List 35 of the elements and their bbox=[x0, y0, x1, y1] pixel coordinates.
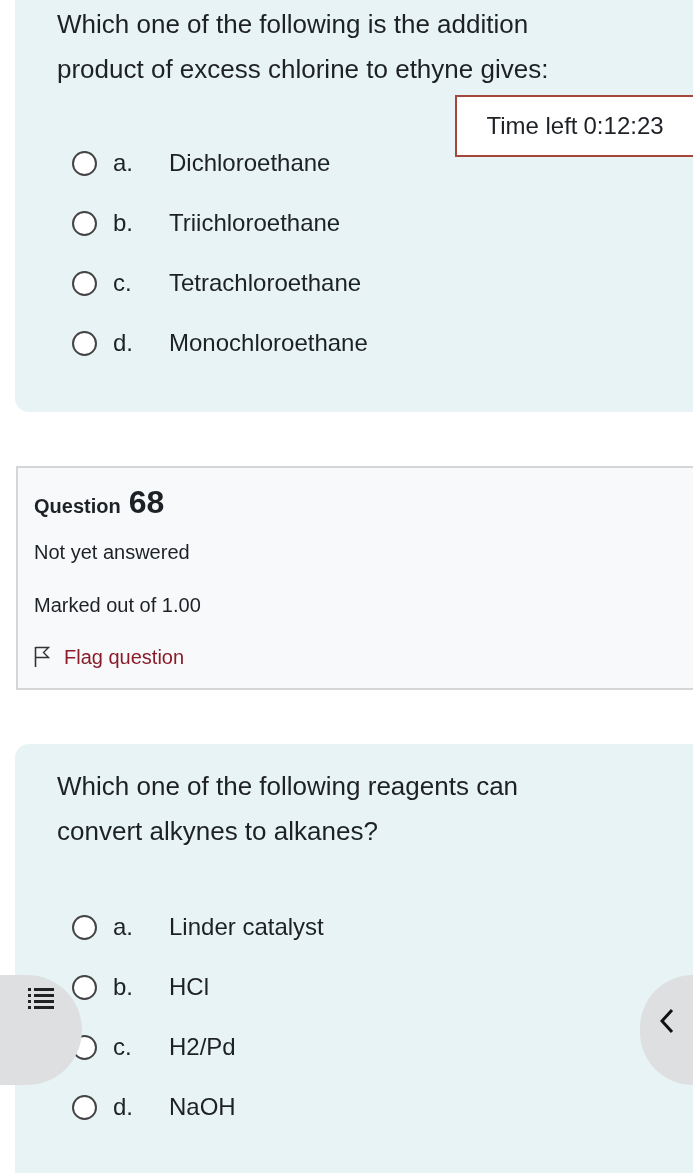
marks-text: Marked out of 1.00 bbox=[34, 593, 202, 618]
timer-label: Time left bbox=[486, 112, 578, 140]
option-letter: a. bbox=[113, 913, 134, 941]
question-text: Which one of the following reagents can convert alkynes to alkanes? bbox=[57, 770, 520, 848]
radio-button[interactable] bbox=[72, 914, 97, 940]
option-label[interactable]: Tetrachloroethane bbox=[169, 269, 362, 297]
radio-button[interactable] bbox=[72, 150, 97, 176]
option-label[interactable]: Linder catalyst bbox=[169, 913, 324, 941]
flag-question-link[interactable]: Flag question bbox=[64, 642, 185, 672]
radio-button[interactable] bbox=[72, 210, 97, 236]
timer-value: 0:12:23 bbox=[583, 112, 664, 140]
flag-icon[interactable] bbox=[34, 646, 50, 668]
radio-button[interactable] bbox=[72, 974, 97, 1000]
question-label: Question bbox=[34, 495, 121, 518]
option-label[interactable]: NaOH bbox=[169, 1093, 236, 1121]
option-label[interactable]: HCl bbox=[169, 973, 209, 1001]
option-letter: d. bbox=[113, 329, 134, 357]
chevron-left-icon[interactable] bbox=[659, 1008, 674, 1034]
option-letter: b. bbox=[113, 973, 134, 1001]
option-letter: c. bbox=[113, 269, 133, 297]
option-label[interactable]: H2/Pd bbox=[169, 1033, 236, 1061]
option-letter: a. bbox=[113, 149, 134, 177]
radio-button[interactable] bbox=[72, 1094, 97, 1120]
radio-button[interactable] bbox=[72, 270, 97, 296]
option-letter: d. bbox=[113, 1093, 134, 1121]
question-text: Which one of the following is the addition product of excess chlorine to ethyne gives: bbox=[57, 8, 550, 86]
option-letter: b. bbox=[113, 209, 134, 237]
radio-button[interactable] bbox=[72, 330, 97, 356]
option-label[interactable]: Monochloroethane bbox=[169, 329, 368, 357]
option-label[interactable]: Triichloroethane bbox=[169, 209, 341, 237]
option-label[interactable]: Dichloroethane bbox=[169, 149, 331, 177]
question-number: 68 bbox=[128, 484, 165, 521]
answer-status: Not yet answered bbox=[34, 540, 191, 565]
option-letter: c. bbox=[113, 1033, 133, 1061]
list-icon[interactable] bbox=[28, 987, 54, 1011]
